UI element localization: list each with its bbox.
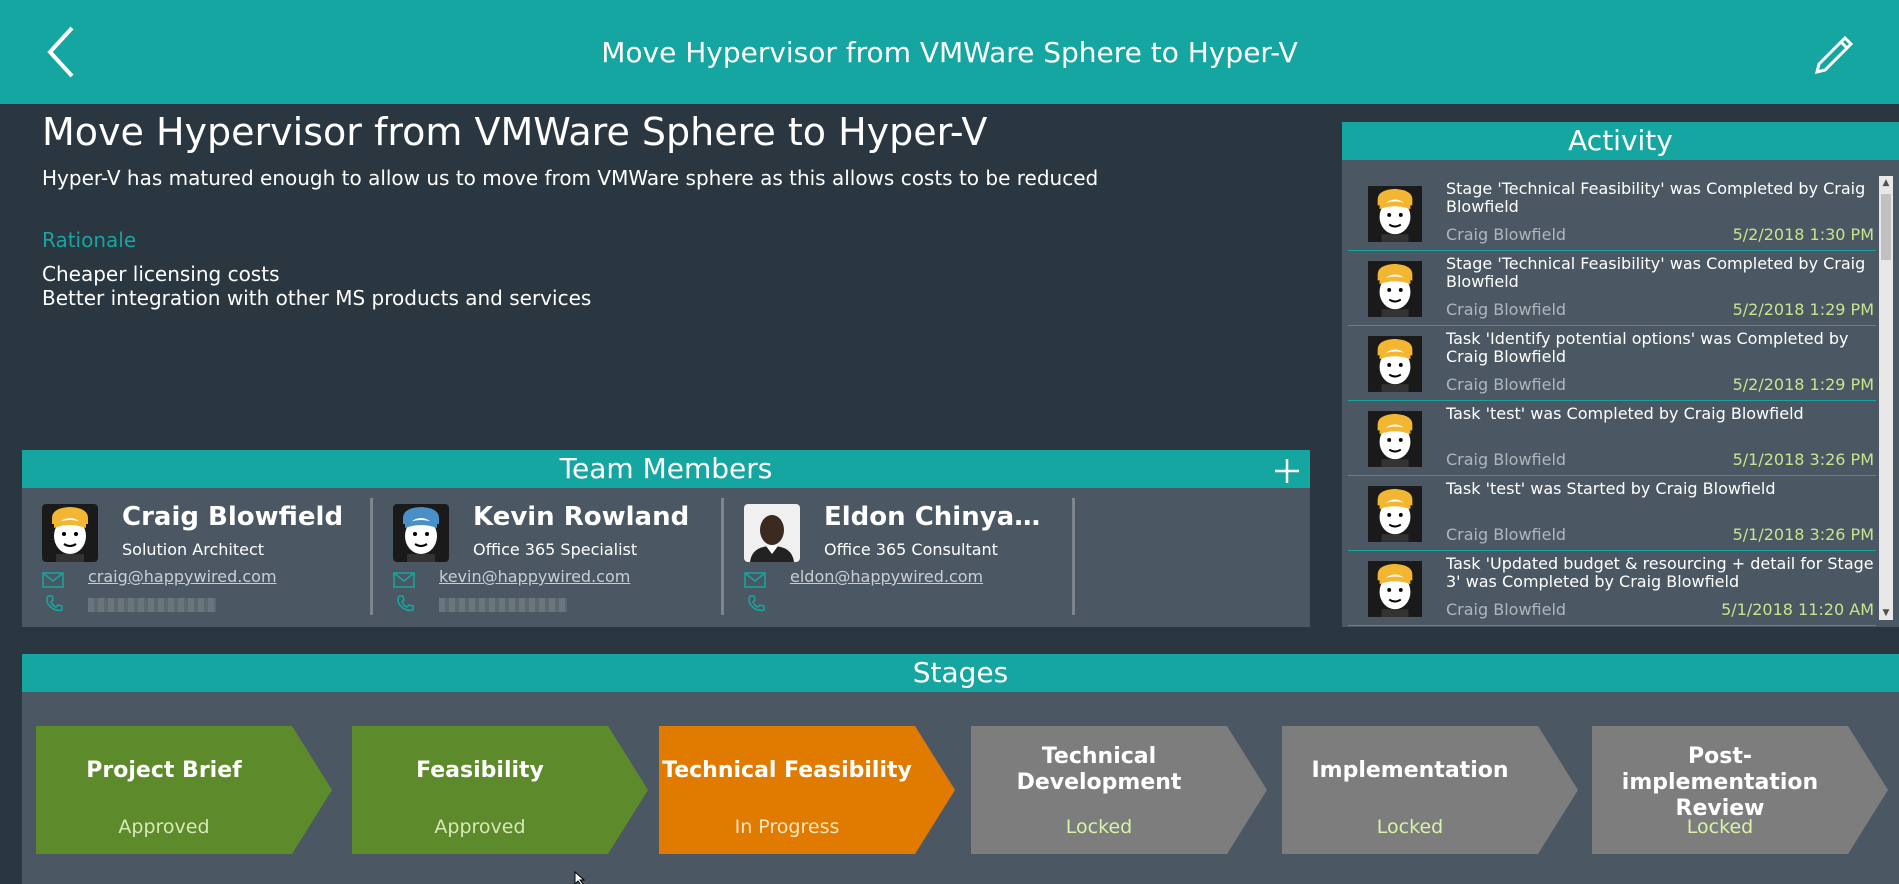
member-role: Solution Architect <box>122 540 265 559</box>
avatar <box>1368 186 1422 242</box>
stage-status: Approved <box>434 816 526 838</box>
stage-status: In Progress <box>734 816 840 838</box>
activity-user: Craig Blowfield <box>1446 225 1567 244</box>
member-name: Craig Blowfield <box>122 502 344 532</box>
activity-text: Task 'test' was Started by Craig Blowfie… <box>1446 479 1776 498</box>
activity-text: Stage 'Technical Feasibility' was Comple… <box>1446 179 1866 216</box>
stages-panel: Stages Project Brief Approved Feasibility A… <box>22 654 1899 884</box>
member-phone-redacted <box>439 598 567 612</box>
mail-icon <box>744 572 766 588</box>
activity-timestamp: 5/1/2018 3:26 PM <box>1732 525 1874 544</box>
scroll-down-arrow-icon[interactable]: ▼ <box>1879 606 1893 620</box>
stage-status: Locked <box>1686 816 1754 838</box>
activity-item: Task 'test' was Completed by Craig Blowf… <box>1348 401 1876 476</box>
avatar <box>1368 261 1422 317</box>
member-name: Kevin Rowland <box>473 502 690 532</box>
avatar <box>1368 486 1422 542</box>
activity-list[interactable]: Stage 'Technical Feasibility' was Comple… <box>1348 176 1876 626</box>
phone-icon <box>746 594 766 614</box>
activity-user: Craig Blowfield <box>1446 300 1567 319</box>
activity-timestamp: 5/2/2018 1:29 PM <box>1732 300 1874 319</box>
stage-chevron[interactable]: Feasibility Approved <box>352 726 648 854</box>
member-email-link[interactable]: craig@happywired.com <box>88 567 277 586</box>
mail-icon <box>42 572 64 588</box>
activity-timestamp: 5/1/2018 3:26 PM <box>1732 450 1874 469</box>
activity-text: Stage 'Technical Feasibility' was Comple… <box>1446 254 1866 291</box>
rationale-item: Cheaper licensing costs <box>42 262 280 286</box>
member-email-link[interactable]: eldon@happywired.com <box>790 567 983 586</box>
stage-name: Post-implementation Review <box>1621 744 1819 821</box>
activity-timestamp: 5/2/2018 1:30 PM <box>1732 225 1874 244</box>
pencil-icon[interactable] <box>1811 28 1859 76</box>
activity-item: Stage 'Technical Feasibility' was Comple… <box>1348 251 1876 326</box>
stage-name: Implementation <box>1311 758 1509 783</box>
top-bar: Move Hypervisor from VMWare Sphere to Hy… <box>0 0 1899 104</box>
activity-timestamp: 5/2/2018 1:29 PM <box>1732 375 1874 394</box>
phone-icon <box>44 594 64 614</box>
mouse-cursor-icon <box>574 870 588 884</box>
activity-text: Task 'Updated budget & resourcing + deta… <box>1446 554 1874 591</box>
phone-icon <box>395 594 415 614</box>
activity-item: Task 'test' was Started by Craig Blowfie… <box>1348 476 1876 551</box>
activity-item: Task 'Identify potential options' was Co… <box>1348 326 1876 401</box>
avatar <box>1368 561 1422 617</box>
member-name: Eldon Chinyamako... <box>824 502 1064 532</box>
activity-timestamp: 5/1/2018 11:20 AM <box>1721 600 1874 619</box>
rationale-label: Rationale <box>42 228 137 252</box>
team-members-header: Team Members <box>22 450 1310 488</box>
team-members-panel: Team Members Craig Blowfield Solution Ar… <box>22 450 1310 627</box>
stage-status: Approved <box>118 816 210 838</box>
team-member-card[interactable]: Kevin Rowland Office 365 Specialist kevi… <box>373 498 724 628</box>
mail-icon <box>393 572 415 588</box>
stage-chevron[interactable]: Technical Feasibility In Progress <box>659 726 955 854</box>
member-role: Office 365 Specialist <box>473 540 638 559</box>
page-title: Move Hypervisor from VMWare Sphere to Hy… <box>601 36 1298 69</box>
rationale-item: Better integration with other MS product… <box>42 286 592 310</box>
team-members-title: Team Members <box>559 452 773 485</box>
member-role: Office 365 Consultant <box>824 540 998 559</box>
activity-user: Craig Blowfield <box>1446 450 1567 469</box>
member-email-link[interactable]: kevin@happywired.com <box>439 567 630 586</box>
member-phone-redacted <box>88 598 216 612</box>
avatar <box>393 504 449 562</box>
team-member-card[interactable]: Craig Blowfield Solution Architect craig… <box>22 498 373 628</box>
avatar <box>744 504 800 562</box>
scrollbar-thumb[interactable] <box>1881 194 1891 260</box>
activity-panel: Activity Stage 'Technical Feasibility' w… <box>1342 122 1899 627</box>
activity-scrollbar[interactable]: ▲ ▼ <box>1879 176 1893 620</box>
avatar <box>42 504 98 562</box>
stage-name: Technical Feasibility <box>662 758 912 783</box>
plus-icon[interactable] <box>1274 456 1300 483</box>
activity-item: Task 'Updated budget & resourcing + deta… <box>1348 551 1876 626</box>
activity-user: Craig Blowfield <box>1446 375 1567 394</box>
stage-status: Locked <box>1376 816 1444 838</box>
team-member-card[interactable]: Eldon Chinyamako... Office 365 Consultan… <box>724 498 1075 628</box>
divider <box>1072 498 1075 615</box>
stage-name: Technical Development <box>1016 744 1182 795</box>
stage-chevron[interactable]: Implementation Locked <box>1282 726 1578 854</box>
scroll-up-arrow-icon[interactable]: ▲ <box>1879 176 1893 190</box>
stage-chevron[interactable]: Technical Development Locked <box>971 726 1267 854</box>
activity-text: Task 'Identify potential options' was Co… <box>1446 329 1849 366</box>
stage-chevron[interactable]: Project Brief Approved <box>36 726 332 854</box>
activity-user: Craig Blowfield <box>1446 525 1567 544</box>
activity-text: Task 'test' was Completed by Craig Blowf… <box>1446 404 1804 423</box>
stage-status: Locked <box>1065 816 1133 838</box>
activity-user: Craig Blowfield <box>1446 600 1567 619</box>
activity-item: Stage 'Technical Feasibility' was Comple… <box>1348 176 1876 251</box>
stages-title: Stages <box>22 654 1899 692</box>
avatar <box>1368 411 1422 467</box>
stage-chevron[interactable]: Post-implementation Review Locked <box>1592 726 1888 854</box>
stage-name: Feasibility <box>416 758 544 783</box>
stage-name: Project Brief <box>86 758 242 783</box>
project-description: Hyper-V has matured enough to allow us t… <box>42 166 1099 190</box>
activity-title: Activity <box>1342 122 1899 160</box>
avatar <box>1368 336 1422 392</box>
project-title: Move Hypervisor from VMWare Sphere to Hy… <box>42 110 988 154</box>
